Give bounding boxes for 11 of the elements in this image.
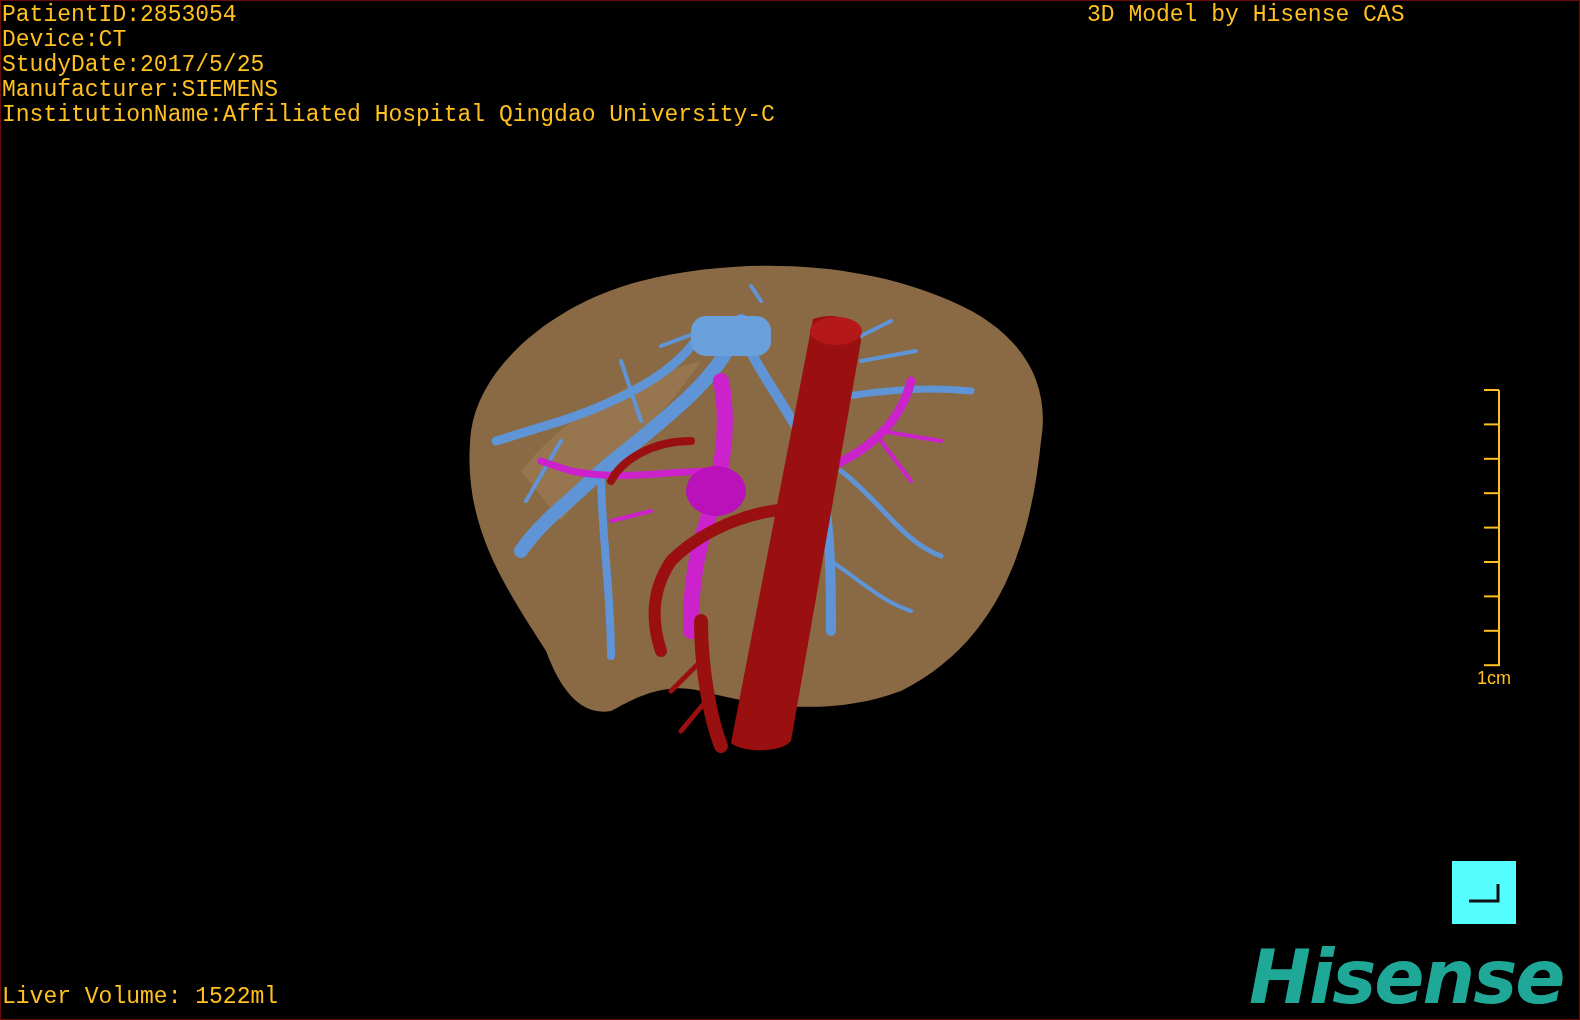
scale-label: 1cm [1477, 668, 1511, 688]
liver-volume: Liver Volume: 1522ml [2, 985, 279, 1010]
info-text: InstitutionName:Affiliated Hospital Qingdao University-C [2, 103, 775, 128]
brand-logo: Hisense [1249, 939, 1564, 1015]
info-text: StudyDate:2017/5/25 [2, 53, 266, 78]
info-text: Device:CT [2, 28, 128, 53]
info-text: Manufacturer:SIEMENS [2, 78, 280, 103]
corner-icon [1467, 881, 1501, 904]
layout-button[interactable] [1452, 861, 1516, 924]
info-text: PatientID:2853054 [2, 3, 238, 28]
model-title: 3D Model by Hisense CAS [1087, 3, 1405, 28]
